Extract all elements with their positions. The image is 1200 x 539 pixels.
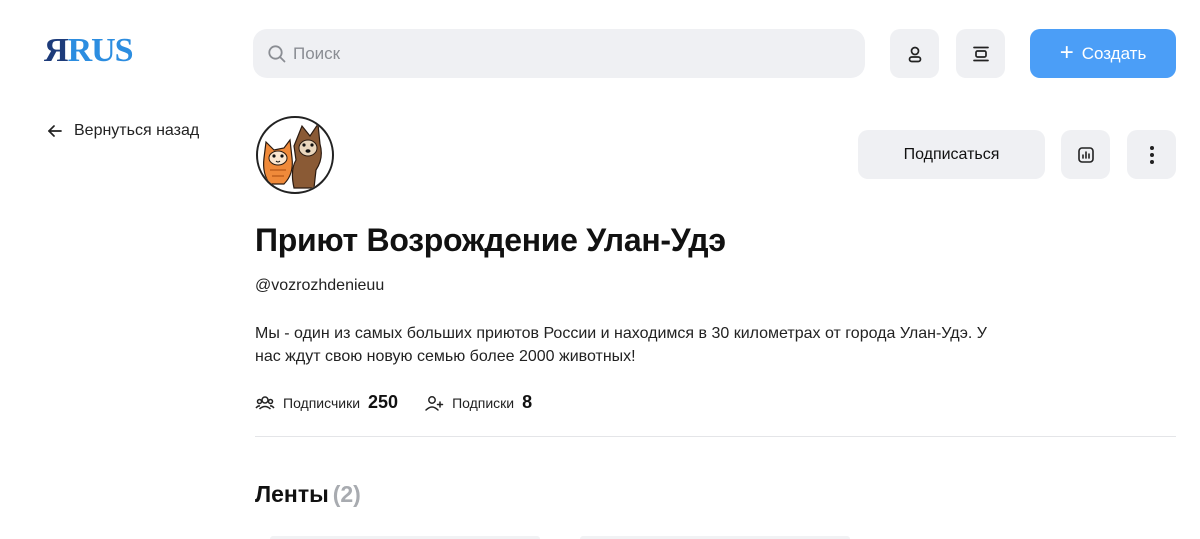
subscribe-button[interactable]: Подписаться <box>858 130 1045 179</box>
users-icon <box>255 395 275 410</box>
more-button[interactable] <box>1127 130 1176 179</box>
avatar-image <box>263 122 322 189</box>
subscribe-button-label: Подписаться <box>903 145 1000 163</box>
divider <box>255 436 1176 437</box>
arrow-left-icon <box>48 125 62 137</box>
logo[interactable]: ЯRUS <box>44 32 134 69</box>
subscribers-stat[interactable]: Подписчики 250 <box>255 392 398 413</box>
feeds-count: (2) <box>332 481 361 507</box>
create-button-label: Создать <box>1081 43 1147 63</box>
subscriptions-count: 8 <box>522 392 533 412</box>
feeds-title: Ленты <box>255 481 329 507</box>
search-bar[interactable] <box>253 29 865 78</box>
profile-button[interactable] <box>890 29 939 78</box>
stats-button[interactable] <box>1061 130 1110 179</box>
back-link[interactable]: Вернуться назад <box>46 122 199 140</box>
more-vertical-icon <box>1149 145 1154 164</box>
avatar <box>256 116 334 194</box>
profile-handle: @vozrozhdenieuu <box>255 277 385 294</box>
feed-icon <box>972 46 989 61</box>
user-icon <box>908 46 921 62</box>
subscribers-count: 250 <box>368 392 399 412</box>
logo-text: RUS <box>67 32 134 69</box>
subscriptions-label: Подписки <box>452 394 515 411</box>
user-plus-icon <box>425 395 444 411</box>
search-icon <box>268 44 286 62</box>
subscriptions-stat[interactable]: Подписки 8 <box>424 392 532 413</box>
create-button[interactable]: + Создать <box>1030 29 1176 78</box>
chart-icon <box>1077 146 1094 163</box>
back-link-label: Вернуться назад <box>74 122 200 139</box>
page-title: Приют Возрождение Улан-Удэ <box>255 222 726 258</box>
feed-button[interactable] <box>956 29 1005 78</box>
search-input[interactable] <box>293 43 853 64</box>
plus-icon: + <box>1059 38 1074 66</box>
profile-stats: Подписчики 250 Подписки 8 <box>255 392 532 413</box>
logo-mark: Я <box>44 32 69 69</box>
subscribers-label: Подписчики <box>283 394 361 411</box>
profile-description: Мы - один из самых больших приютов Росси… <box>255 325 987 365</box>
feeds-section-title: Ленты (2) <box>255 481 361 508</box>
